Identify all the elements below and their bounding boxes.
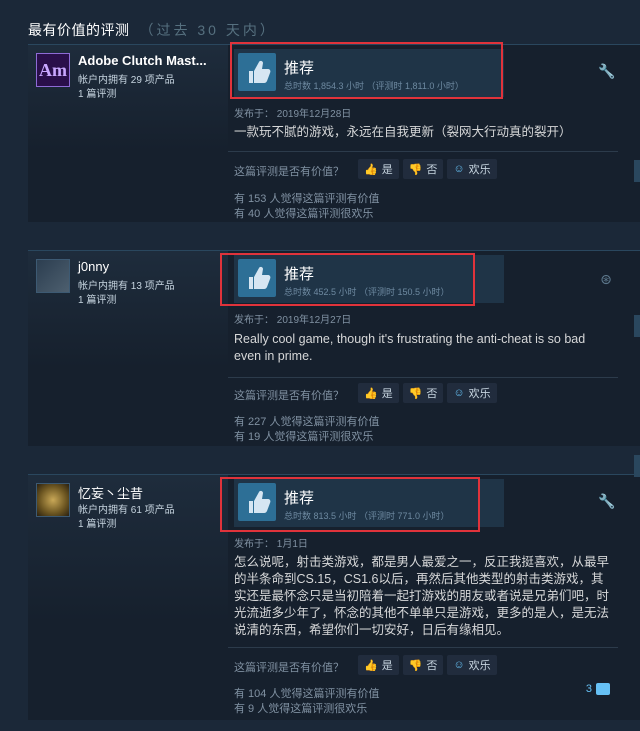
recommendation-header[interactable]: 推荐 总时数 452.5 小时 （评测时 150.5 小时）: [234, 255, 504, 303]
vote-buttons: 👍 是 👎 否 ☺ 欢乐: [358, 159, 497, 179]
scroll-edge: [634, 455, 640, 477]
avatar[interactable]: Am: [36, 53, 70, 87]
funny-count: 有 19 人觉得这篇评测很欢乐: [234, 431, 374, 443]
scroll-edge: [634, 315, 640, 337]
products-owned[interactable]: 帐户内拥有 61 项产品: [78, 501, 175, 516]
helpful-question: 这篇评测是否有价值？: [234, 662, 344, 674]
scroll-edge: [634, 160, 640, 182]
reviewer-name[interactable]: j0nny: [78, 259, 109, 274]
posted-date: 发布于： 2019年12月27日: [234, 315, 352, 326]
wrench-icon: 🔧: [598, 493, 616, 509]
vote-funny-button[interactable]: ☺ 欢乐: [447, 159, 497, 179]
posted-date: 发布于： 2019年12月28日: [234, 109, 352, 120]
recommendation-label: 推荐: [284, 266, 315, 283]
vote-no-button[interactable]: 👎 否: [402, 383, 444, 403]
thumbs-up-icon: [238, 259, 276, 297]
review-count[interactable]: 1 篇评测: [78, 291, 116, 306]
thumbs-up-icon: 👍: [364, 659, 378, 672]
products-owned[interactable]: 帐户内拥有 13 项产品: [78, 277, 175, 292]
section-subtitle: （过去 30 天内）: [139, 22, 277, 38]
smiley-icon: ☺: [453, 163, 465, 175]
helpful-question: 这篇评测是否有价值？: [234, 390, 344, 402]
recommendation-label: 推荐: [284, 60, 315, 77]
vote-funny-button[interactable]: ☺ 欢乐: [447, 383, 497, 403]
review-text: 怎么说呢，射击类游戏，都是男人最爱之一，反正我挺喜欢，从最早的半条命到CS.15…: [234, 555, 610, 637]
helpful-count: 有 104 人觉得这篇评测有价值: [234, 688, 380, 700]
helpful-count: 有 227 人觉得这篇评测有价值: [234, 416, 380, 428]
section-title: 最有价值的评测: [28, 22, 130, 38]
reviewer-name[interactable]: 忆妄丶尘昔: [78, 483, 143, 502]
review-card: j0nny 帐户内拥有 13 项产品 1 篇评测 推荐 总时数 452.5 小时…: [28, 250, 640, 446]
section-header: 最有价值的评测 （过去 30 天内）: [28, 20, 277, 40]
funny-count: 有 40 人觉得这篇评测很欢乐: [234, 208, 374, 220]
steam-icon: ⊛: [600, 271, 612, 287]
funny-count: 有 9 人觉得这篇评测很欢乐: [234, 703, 368, 715]
vote-buttons: 👍 是 👎 否 ☺ 欢乐: [358, 655, 497, 675]
review-text: 一款玩不腻的游戏，永远在自我更新（裂网大行动真的裂开）: [234, 125, 572, 139]
vote-no-button[interactable]: 👎 否: [402, 159, 444, 179]
recommendation-header[interactable]: 推荐 总时数 813.5 小时 （评测时 771.0 小时）: [234, 479, 504, 527]
helpful-question: 这篇评测是否有价值？: [234, 166, 344, 178]
wrench-icon: 🔧: [598, 63, 616, 79]
vote-yes-button[interactable]: 👍 是: [358, 159, 399, 179]
avatar[interactable]: [36, 483, 70, 517]
playtime-hours: 总时数 813.5 小时 （评测时 771.0 小时）: [284, 511, 450, 521]
smiley-icon: ☺: [453, 387, 465, 399]
review-text: Really cool game, though it's frustratin…: [234, 332, 586, 363]
thumbs-up-icon: 👍: [364, 387, 378, 400]
vote-buttons: 👍 是 👎 否 ☺ 欢乐: [358, 383, 497, 403]
review-count[interactable]: 1 篇评测: [78, 85, 116, 100]
recommendation-label: 推荐: [284, 490, 315, 507]
vote-no-button[interactable]: 👎 否: [402, 655, 444, 675]
thumbs-down-icon: 👎: [408, 163, 423, 176]
avatar[interactable]: [36, 259, 70, 293]
comment-bubble-icon: [596, 683, 610, 695]
comment-count[interactable]: 3: [586, 683, 610, 695]
review-count[interactable]: 1 篇评测: [78, 515, 116, 530]
vote-yes-button[interactable]: 👍 是: [358, 383, 399, 403]
smiley-icon: ☺: [453, 659, 465, 671]
products-owned[interactable]: 帐户内拥有 29 项产品: [78, 71, 175, 86]
posted-date: 发布于： 1月1日: [234, 539, 308, 550]
thumbs-up-icon: [238, 483, 276, 521]
thumbs-down-icon: 👎: [408, 387, 423, 400]
thumbs-up-icon: 👍: [364, 163, 378, 176]
recommendation-header[interactable]: 推荐 总时数 1,854.3 小时 （评测时 1,811.0 小时）: [234, 49, 504, 97]
review-card: 忆妄丶尘昔 帐户内拥有 61 项产品 1 篇评测 推荐 总时数 813.5 小时…: [28, 474, 640, 720]
playtime-hours: 总时数 452.5 小时 （评测时 150.5 小时）: [284, 287, 450, 297]
vote-yes-button[interactable]: 👍 是: [358, 655, 399, 675]
thumbs-down-icon: 👎: [408, 659, 423, 672]
helpful-count: 有 153 人觉得这篇评测有价值: [234, 193, 380, 205]
thumbs-up-icon: [238, 53, 276, 91]
vote-funny-button[interactable]: ☺ 欢乐: [447, 655, 497, 675]
reviewer-name[interactable]: Adobe Clutch Mast...: [78, 53, 207, 68]
review-card: Am Adobe Clutch Mast... 帐户内拥有 29 项产品 1 篇…: [28, 42, 640, 222]
playtime-hours: 总时数 1,854.3 小时 （评测时 1,811.0 小时）: [284, 81, 464, 91]
